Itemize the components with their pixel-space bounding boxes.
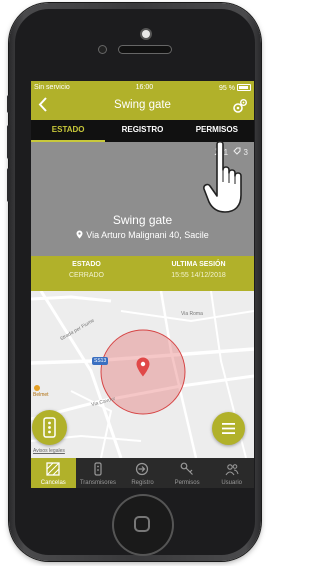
state-block: ESTADO CERRADO: [31, 261, 142, 279]
poi-label: Belmet: [33, 392, 49, 398]
home-button-icon: [134, 516, 150, 532]
status-info-strip: ESTADO CERRADO ULTIMA SESIÓN 15:55 14/12…: [31, 256, 254, 291]
login-icon: [136, 462, 149, 476]
gear-icon[interactable]: [232, 98, 248, 114]
nav-label: Permisos: [174, 480, 200, 486]
menu-icon: [222, 423, 235, 434]
app-bar: Swing gate: [31, 93, 254, 120]
last-session-header: ULTIMA SESIÓN: [171, 261, 226, 268]
nav-permisos[interactable]: Permisos: [165, 458, 210, 488]
map-view[interactable]: Strada per Fiume Via Roma Via Cavour SS1…: [31, 291, 254, 458]
users-icon: [225, 464, 239, 476]
nav-label: Registro: [131, 480, 154, 486]
last-session-block: ULTIMA SESIÓN 15:55 14/12/2018: [143, 261, 254, 279]
state-header: ESTADO: [72, 261, 101, 268]
key-icon: [180, 462, 194, 475]
tab-registro[interactable]: REGISTRO: [105, 120, 179, 142]
battery-text: 95 %: [219, 84, 235, 92]
remote-icon: [94, 462, 102, 476]
nav-cancelas[interactable]: Cancelas: [31, 458, 76, 488]
menu-fab[interactable]: [212, 412, 245, 445]
tab-permisos[interactable]: PERMISOS: [180, 120, 254, 142]
legal-link[interactable]: Avisos legales: [33, 448, 65, 454]
page-title: Swing gate: [114, 99, 171, 111]
nav-transmisores[interactable]: Transmisores: [76, 458, 121, 488]
device-name: Swing gate: [112, 213, 173, 227]
battery-indicator: 95 %: [219, 83, 251, 92]
nav-usuario[interactable]: Usuario: [209, 458, 254, 488]
tab-estado[interactable]: ESTADO: [31, 120, 106, 142]
carrier-text: Sin servicio: [34, 83, 70, 91]
remote-control-fab[interactable]: [32, 410, 67, 445]
clock-text: 16:00: [135, 83, 154, 91]
mute-switch: [7, 95, 11, 113]
nav-registro[interactable]: Registro: [120, 458, 165, 488]
battery-icon: [236, 83, 251, 91]
camera-dot: [142, 30, 150, 38]
tap-hand-icon: [203, 140, 242, 213]
street-label: Via Roma: [181, 311, 203, 317]
volume-down-button: [7, 168, 11, 202]
nav-label: Transmisores: [79, 480, 116, 486]
nav-label: Usuario: [221, 480, 243, 486]
poi-marker-icon: [34, 385, 40, 391]
location-pin-icon: [76, 230, 83, 239]
state-value: CERRADO: [68, 272, 104, 279]
tab-bar: ESTADO REGISTRO PERMISOS: [31, 120, 254, 142]
remote-icon: [43, 417, 56, 438]
nav-label: Cancelas: [40, 480, 66, 486]
volume-up-button: [7, 125, 11, 159]
device-address-text: Via Arturo Malignani 40, Sacile: [86, 230, 209, 240]
device-address: Via Arturo Malignani 40, Sacile: [31, 230, 254, 240]
bottom-navigation: Cancelas Transmisores Registro Permisos …: [31, 458, 254, 488]
front-camera: [99, 46, 106, 53]
location-marker-icon[interactable]: [136, 357, 150, 377]
gate-icon: [46, 462, 60, 476]
last-session-value: 15:55 14/12/2018: [171, 272, 226, 279]
road-badge: SS13: [92, 357, 109, 365]
earpiece-speaker: [119, 46, 171, 53]
status-bar: Sin servicio 16:00 95 %: [31, 81, 254, 93]
